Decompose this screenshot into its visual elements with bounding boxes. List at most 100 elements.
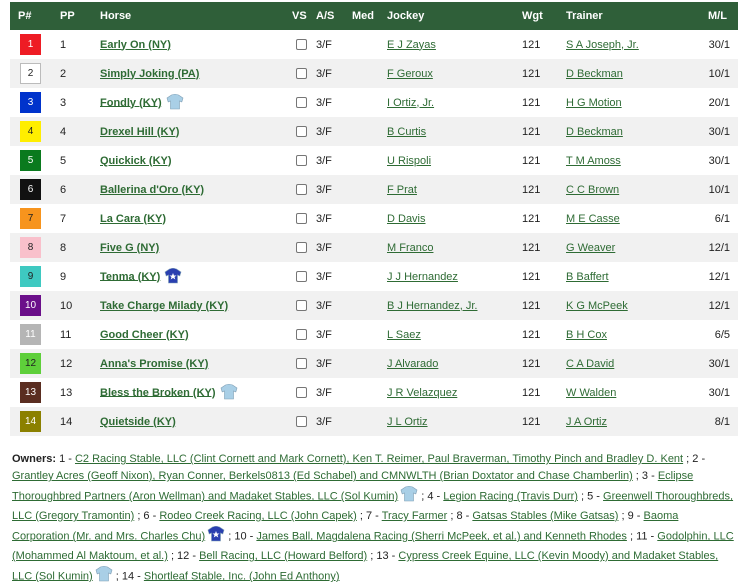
- col-header-wgt[interactable]: Wgt: [520, 2, 564, 30]
- jockey-link[interactable]: M Franco: [387, 242, 433, 254]
- horse-link[interactable]: Quickick (KY): [100, 155, 172, 167]
- horse-link[interactable]: Take Charge Milady (KY): [100, 300, 228, 312]
- age-sex: 3/F: [316, 67, 332, 80]
- horse-link[interactable]: La Cara (KY): [100, 213, 166, 225]
- vs-checkbox[interactable]: [296, 184, 307, 196]
- owner-link[interactable]: C2 Racing Stable, LLC (Clint Cornett and…: [75, 453, 683, 465]
- jockey-link[interactable]: F Prat: [387, 184, 417, 196]
- trainer-link[interactable]: H G Motion: [566, 97, 622, 109]
- post-position: 2: [60, 67, 67, 80]
- trainer-link[interactable]: T M Amoss: [566, 155, 621, 167]
- age-sex: 3/F: [316, 270, 332, 283]
- vs-checkbox[interactable]: [296, 39, 307, 51]
- horse-link[interactable]: Ballerina d'Oro (KY): [100, 184, 204, 196]
- horse-link[interactable]: Fondly (KY): [100, 96, 162, 108]
- jockey-link[interactable]: J Alvarado: [387, 358, 438, 370]
- col-header-program[interactable]: P#: [10, 2, 58, 30]
- table-row: 8 8 Five G (NY) 3/F M Franco 121 G Weaver 12/1: [10, 233, 738, 262]
- horse-link[interactable]: Anna's Promise (KY): [100, 358, 208, 370]
- owner-link[interactable]: James Ball, Magdalena Racing (Sherri McP…: [256, 530, 627, 542]
- col-header-ml[interactable]: M/L: [706, 2, 738, 30]
- trainer-link[interactable]: C A David: [566, 358, 614, 370]
- horse-link[interactable]: Drexel Hill (KY): [100, 126, 179, 138]
- col-header-trainer[interactable]: Trainer: [564, 2, 706, 30]
- trainer-link[interactable]: J A Ortiz: [566, 416, 607, 428]
- vs-checkbox[interactable]: [296, 68, 307, 80]
- jockey-link[interactable]: E J Zayas: [387, 39, 436, 51]
- vs-checkbox[interactable]: [296, 126, 307, 138]
- vs-checkbox[interactable]: [296, 329, 307, 341]
- trainer-link[interactable]: S A Joseph, Jr.: [566, 39, 639, 51]
- weight: 121: [522, 386, 541, 399]
- owner-link[interactable]: Shortleaf Stable, Inc. (John Ed Anthony): [144, 570, 340, 582]
- entries-body: 1 1 Early On (NY) 3/F E J Zayas 121 S A Joseph…: [10, 30, 738, 436]
- vs-checkbox[interactable]: [296, 358, 307, 370]
- jockey-link[interactable]: F Geroux: [387, 68, 433, 80]
- trainer-link[interactable]: D Beckman: [566, 68, 623, 80]
- vs-checkbox[interactable]: [296, 97, 307, 109]
- vs-checkbox[interactable]: [296, 213, 307, 225]
- horse-link[interactable]: Simply Joking (PA): [100, 68, 199, 80]
- col-header-as[interactable]: A/S: [314, 2, 350, 30]
- program-number-badge: 1: [20, 34, 41, 55]
- trainer-link[interactable]: M E Casse: [566, 213, 620, 225]
- col-header-jockey[interactable]: Jockey: [385, 2, 520, 30]
- weight: 121: [522, 328, 541, 341]
- horse-link[interactable]: Tenma (KY): [100, 270, 160, 282]
- owners-paragraph: Owners: 1 - C2 Racing Stable, LLC (Clint…: [12, 451, 736, 588]
- vs-checkbox[interactable]: [296, 387, 307, 399]
- horse-link[interactable]: Five G (NY): [100, 242, 159, 254]
- trainer-link[interactable]: B H Cox: [566, 329, 607, 341]
- horse-link[interactable]: Quietside (KY): [100, 416, 176, 428]
- vs-checkbox[interactable]: [296, 242, 307, 254]
- trainer-link[interactable]: D Beckman: [566, 126, 623, 138]
- vs-checkbox[interactable]: [296, 416, 307, 428]
- age-sex: 3/F: [316, 154, 332, 167]
- owner-link[interactable]: Rodeo Creek Racing, LLC (John Capek): [159, 510, 357, 522]
- jockey-link[interactable]: B J Hernandez, Jr.: [387, 300, 478, 312]
- col-header-vs[interactable]: VS: [290, 2, 314, 30]
- jockey-link[interactable]: D Davis: [387, 213, 426, 225]
- age-sex: 3/F: [316, 38, 332, 51]
- weight: 121: [522, 299, 541, 312]
- table-header-row: P# PP Horse VS A/S Med Jockey Wgt Traine…: [10, 2, 738, 30]
- trainer-link[interactable]: K G McPeek: [566, 300, 628, 312]
- horse-link[interactable]: Good Cheer (KY): [100, 329, 189, 341]
- table-row: 2 2 Simply Joking (PA) 3/F F Geroux 121 D Beck…: [10, 59, 738, 88]
- table-row: 4 4 Drexel Hill (KY) 3/F B Curtis 121 D Beckma…: [10, 117, 738, 146]
- trainer-link[interactable]: B Baffert: [566, 271, 609, 283]
- weight: 121: [522, 270, 541, 283]
- post-position: 6: [60, 183, 67, 196]
- jockey-link[interactable]: U Rispoli: [387, 155, 431, 167]
- horse-link[interactable]: Bless the Broken (KY): [100, 386, 216, 398]
- morning-line-odds: 6/1: [714, 212, 730, 225]
- jockey-link[interactable]: J J Hernandez: [387, 271, 458, 283]
- post-position: 13: [60, 386, 73, 399]
- vs-checkbox[interactable]: [296, 300, 307, 312]
- post-position: 9: [60, 270, 67, 283]
- col-header-med[interactable]: Med: [350, 2, 385, 30]
- program-number-badge: 5: [20, 150, 41, 171]
- col-header-horse[interactable]: Horse: [98, 2, 290, 30]
- vs-checkbox[interactable]: [296, 155, 307, 167]
- jockey-link[interactable]: I Ortiz, Jr.: [387, 97, 434, 109]
- owner-link[interactable]: Grantley Acres (Geoff Nixon), Ryan Conne…: [12, 470, 633, 482]
- owner-link[interactable]: Bell Racing, LLC (Howard Belford): [199, 550, 367, 562]
- table-row: 10 10 Take Charge Milady (KY) 3/F B J Hernan…: [10, 291, 738, 320]
- jockey-link[interactable]: B Curtis: [387, 126, 426, 138]
- horse-link[interactable]: Early On (NY): [100, 39, 171, 51]
- vs-checkbox[interactable]: [296, 271, 307, 283]
- silk-blue-star-icon: [164, 267, 182, 287]
- jockey-link[interactable]: L Saez: [387, 329, 421, 341]
- col-header-pp[interactable]: PP: [58, 2, 98, 30]
- trainer-link[interactable]: C C Brown: [566, 184, 619, 196]
- owner-link[interactable]: Tracy Farmer: [382, 510, 448, 522]
- trainer-link[interactable]: G Weaver: [566, 242, 615, 254]
- owner-link[interactable]: Legion Racing (Travis Durr): [443, 490, 578, 502]
- owner-link[interactable]: Gatsas Stables (Mike Gatsas): [472, 510, 618, 522]
- jockey-link[interactable]: J R Velazquez: [387, 387, 457, 399]
- program-number-badge: 13: [20, 382, 41, 403]
- morning-line-odds: 12/1: [708, 299, 730, 312]
- jockey-link[interactable]: J L Ortiz: [387, 416, 428, 428]
- trainer-link[interactable]: W Walden: [566, 387, 616, 399]
